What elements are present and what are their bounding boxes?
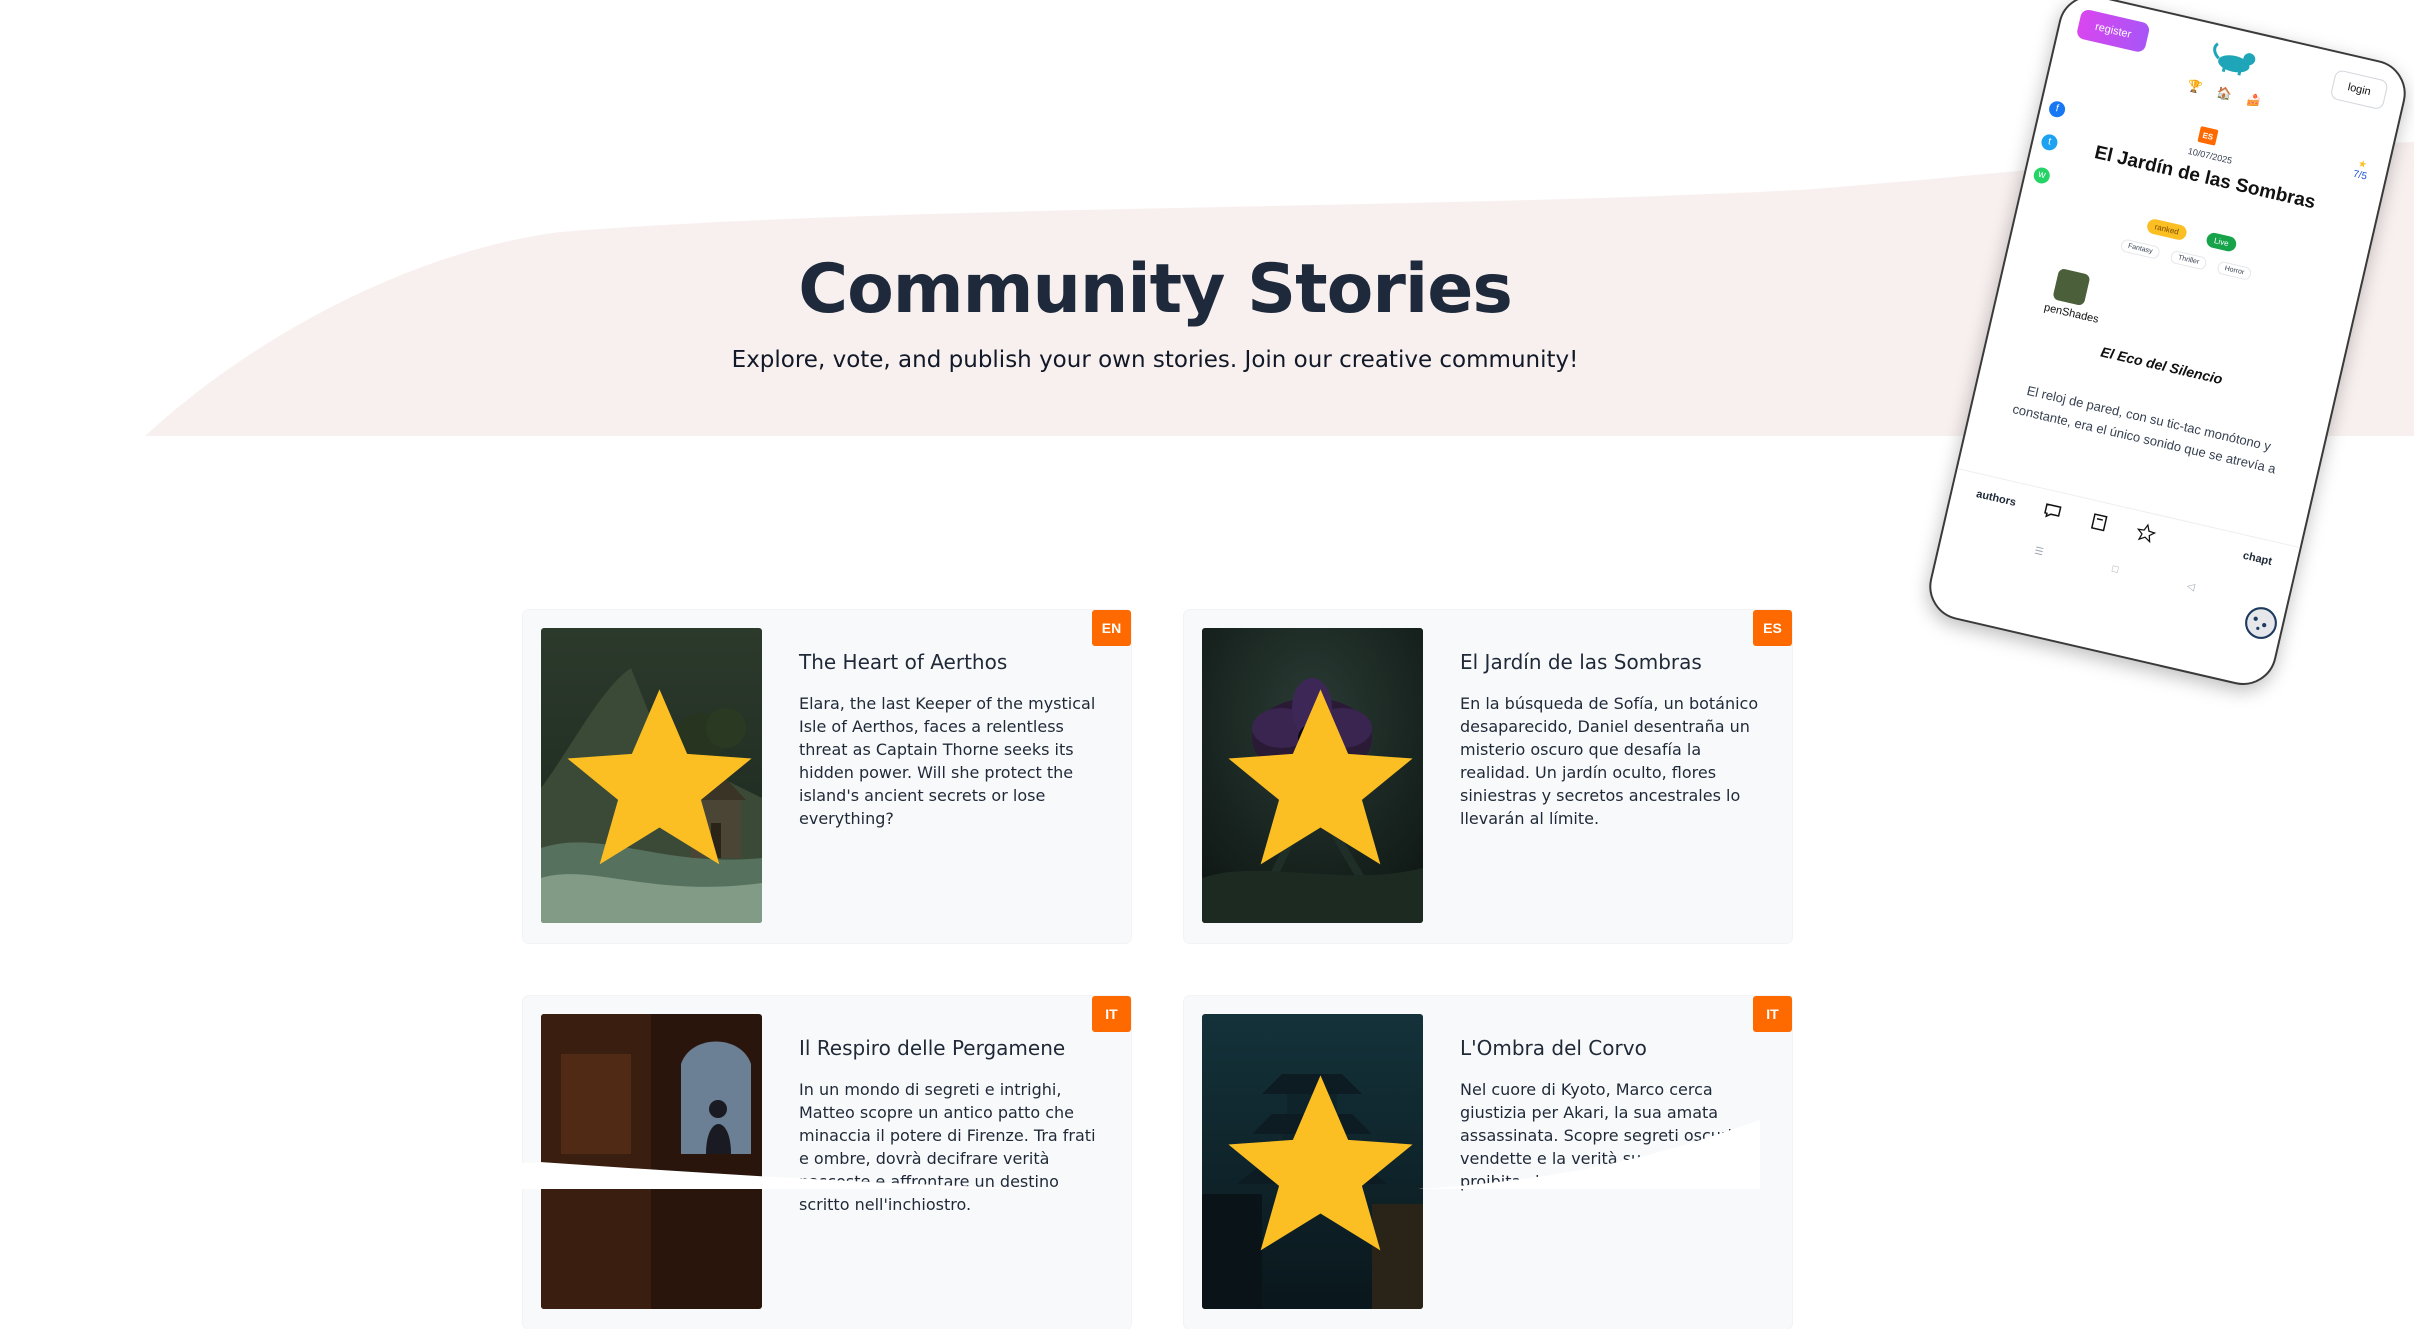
rating-value: 7/5 [2351,168,2368,183]
language-badge: ES [1753,610,1792,646]
language-badge: IT [1092,996,1131,1032]
recent-apps-icon[interactable]: ☰ [2033,546,2044,559]
story-title[interactable]: The Heart of Aerthos [799,650,1099,674]
rating-widget[interactable]: ★ 7/5 [2351,158,2370,183]
story-description: Elara, the last Keeper of the mystical I… [799,694,1096,828]
cat-logo-icon[interactable] [2204,38,2266,82]
login-button[interactable]: login [2329,69,2389,111]
author-avatar[interactable] [2052,267,2091,307]
featured-star-icon [1228,689,1413,865]
whatsapp-icon[interactable]: w [2032,165,2052,186]
notebook-icon[interactable] [2087,510,2111,534]
trophy-icon[interactable]: 🏆 [2186,78,2204,95]
nav-authors[interactable]: authors [1975,488,2017,509]
story-cover-image[interactable] [541,628,762,923]
genre-tag[interactable]: Horror [2216,260,2253,281]
comments-icon[interactable] [2040,500,2064,524]
page-title: Community Stories [798,250,1513,329]
star-outline-icon[interactable] [2134,521,2158,545]
bottom-wave-divider [0,1120,1760,1189]
language-badge: EN [1092,610,1131,646]
story-excerpt: El reloj de pared, con su tic-tac monóto… [2011,382,2278,477]
cake-icon[interactable]: 🍰 [2245,92,2263,109]
register-button[interactable]: register [2075,8,2151,54]
story-title[interactable]: El Jardín de las Sombras [1460,650,1760,674]
cookie-icon[interactable] [2244,606,2278,640]
story-title[interactable]: Il Respiro delle Pergamene [799,1036,1099,1060]
story-title[interactable]: L'Ombra del Corvo [1460,1036,1760,1060]
story-card[interactable]: EN The Heart of Aerthos Elara, the last … [523,610,1131,943]
story-card[interactable]: ES El Jardín de las Sombras En la búsque… [1184,610,1792,943]
author-name[interactable]: penShades [2043,302,2100,326]
genre-tag[interactable]: Thriller [2169,249,2208,271]
back-icon[interactable]: ◁ [2186,581,2196,593]
story-description: En la búsqueda de Sofía, un botánico des… [1460,694,1759,828]
language-badge: IT [1753,996,1792,1032]
page-subtitle: Explore, vote, and publish your own stor… [731,347,1579,373]
language-badge: ES [2197,126,2219,146]
genre-tag[interactable]: Fantasy [2119,238,2161,260]
nav-chapters[interactable]: chapt [2242,550,2273,568]
story-cover-image[interactable] [1202,628,1423,923]
live-badge: Live [2204,231,2238,253]
ranked-badge: ranked [2145,217,2189,242]
home-circle-icon[interactable]: □ [2111,564,2119,576]
featured-star-icon [567,689,752,865]
hero-section: Community Stories Explore, vote, and pub… [0,250,2310,373]
home-icon[interactable]: 🏠 [2216,85,2234,102]
